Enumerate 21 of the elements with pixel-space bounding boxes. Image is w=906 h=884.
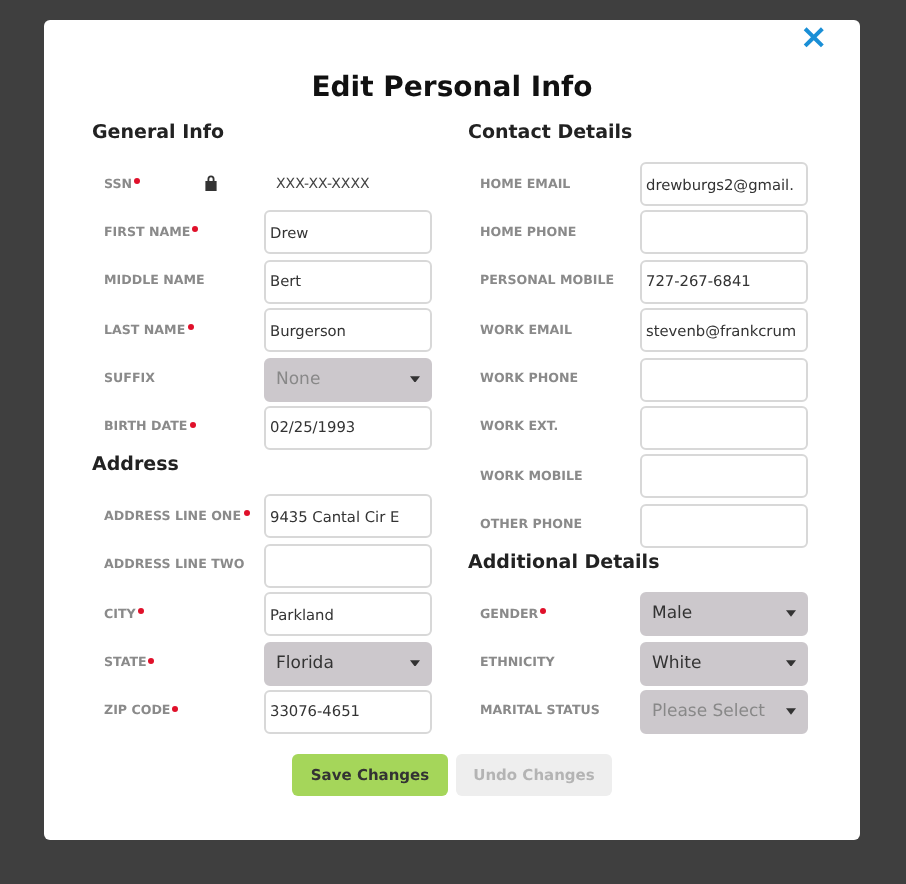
caret-icon [786,708,796,716]
dropdown[interactable]: White [640,641,808,686]
close-button[interactable]: × [795,22,832,56]
input-field[interactable] [640,405,808,450]
section-heading: Contact Details [468,122,635,148]
dialog-title: Edit Personal Info [311,72,593,104]
section-heading: General Info [92,122,227,148]
caret-icon [786,659,796,667]
lock-icon [204,174,218,191]
caret-icon [786,610,796,618]
input-field[interactable] [640,210,808,255]
section-heading: Address [92,454,181,481]
dropdown[interactable]: Male [640,592,808,637]
dropdown[interactable]: Florida [264,641,432,686]
caret-icon [410,659,420,667]
input-field[interactable] [640,503,808,548]
caret-icon [410,375,420,383]
input-field[interactable] [264,543,432,588]
input-field[interactable] [640,357,808,402]
section-heading: Additional Details [468,552,662,579]
input-field[interactable] [640,454,808,499]
